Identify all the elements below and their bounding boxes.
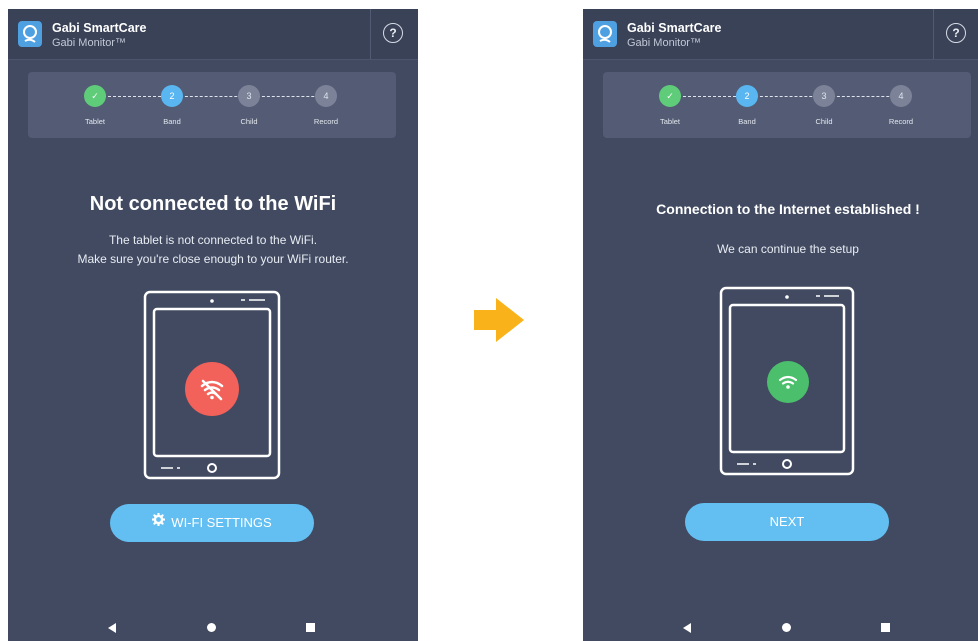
app-logo-icon [593, 21, 617, 47]
transition-arrow-icon [474, 298, 524, 342]
help-icon: ? [383, 23, 403, 43]
description-line-1: The tablet is not connected to the WiFi. [108, 233, 318, 247]
recent-apps-icon[interactable] [881, 623, 890, 632]
setup-stepper: ✓ 2 3 4 Tablet Band Child Record [28, 72, 396, 138]
gear-icon [151, 503, 166, 541]
wifi-settings-label: WI-FI SETTINGS [171, 515, 272, 530]
home-icon[interactable] [782, 623, 791, 632]
app-name: Gabi SmartCare [627, 21, 722, 35]
back-icon[interactable] [108, 623, 116, 633]
wifi-off-icon [185, 362, 239, 416]
app-subtitle: Gabi Monitor™ [52, 37, 126, 49]
wifi-icon [767, 361, 809, 403]
step-label-child: Child [240, 117, 258, 126]
next-label: NEXT [769, 514, 805, 529]
step-3-child: 3 [813, 85, 835, 107]
app-name: Gabi SmartCare [52, 21, 147, 35]
setup-stepper: ✓ 2 3 4 Tablet Band Child Record [603, 72, 971, 138]
app-subtitle: Gabi Monitor™ [627, 37, 701, 49]
step-1-tablet: ✓ [659, 85, 681, 107]
back-icon[interactable] [683, 623, 691, 633]
home-icon[interactable] [207, 623, 216, 632]
step-label-child: Child [815, 117, 833, 126]
help-button[interactable]: ? [370, 9, 417, 59]
step-label-band: Band [738, 117, 756, 126]
step-label-tablet: Tablet [659, 117, 680, 126]
step-label-record: Record [313, 117, 339, 126]
recent-apps-icon[interactable] [306, 623, 315, 632]
page-title: Not connected to the WiFi [89, 193, 337, 215]
next-button[interactable]: NEXT [685, 503, 889, 541]
step-label-tablet: Tablet [84, 117, 105, 126]
help-icon: ? [946, 23, 966, 43]
step-2-band: 2 [161, 85, 183, 107]
android-nav-bar [8, 613, 418, 641]
page-title: Connection to the Internet established ! [656, 201, 920, 217]
app-header: Gabi SmartCare Gabi Monitor™ ? [8, 9, 418, 60]
step-label-band: Band [163, 117, 181, 126]
android-nav-bar [583, 613, 978, 641]
step-4-record: 4 [890, 85, 912, 107]
wifi-settings-button[interactable]: WI-FI SETTINGS [110, 504, 314, 542]
step-2-band: 2 [736, 85, 758, 107]
app-header: Gabi SmartCare Gabi Monitor™ ? [583, 9, 978, 60]
help-button[interactable]: ? [933, 9, 978, 59]
step-3-child: 3 [238, 85, 260, 107]
description-line-2: Make sure you're close enough to your Wi… [77, 252, 349, 266]
right-screen: Gabi SmartCare Gabi Monitor™ ? ✓ 2 3 4 T… [583, 9, 978, 641]
left-screen: Gabi SmartCare Gabi Monitor™ ? ✓ 2 3 4 T… [8, 9, 418, 641]
description: We can continue the setup [717, 242, 859, 256]
step-label-record: Record [888, 117, 914, 126]
app-logo-icon [18, 21, 42, 47]
step-4-record: 4 [315, 85, 337, 107]
step-1-tablet: ✓ [84, 85, 106, 107]
